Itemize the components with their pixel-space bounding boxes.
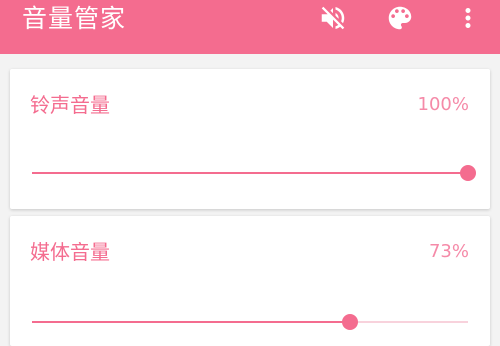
slider-fill — [32, 172, 468, 174]
slider-thumb[interactable] — [342, 314, 359, 330]
ringtone-volume-card: 铃声音量 100% — [10, 69, 490, 209]
media-volume-card: 媒体音量 73% — [10, 216, 490, 346]
media-volume-slider[interactable] — [32, 312, 468, 332]
more-vert-icon[interactable] — [453, 3, 483, 33]
ringtone-volume-slider[interactable] — [32, 163, 476, 183]
app-bar: 音量管家 — [0, 0, 500, 54]
mute-icon[interactable] — [318, 3, 348, 33]
media-volume-percent: 73% — [428, 241, 469, 262]
ringtone-volume-label: 铃声音量 — [30, 93, 110, 117]
media-volume-label: 媒体音量 — [30, 240, 110, 264]
slider-thumb[interactable] — [460, 165, 476, 181]
palette-icon[interactable] — [385, 3, 415, 33]
app-title: 音量管家 — [22, 4, 127, 33]
ringtone-volume-percent: 100% — [417, 94, 469, 115]
slider-fill — [32, 321, 351, 323]
